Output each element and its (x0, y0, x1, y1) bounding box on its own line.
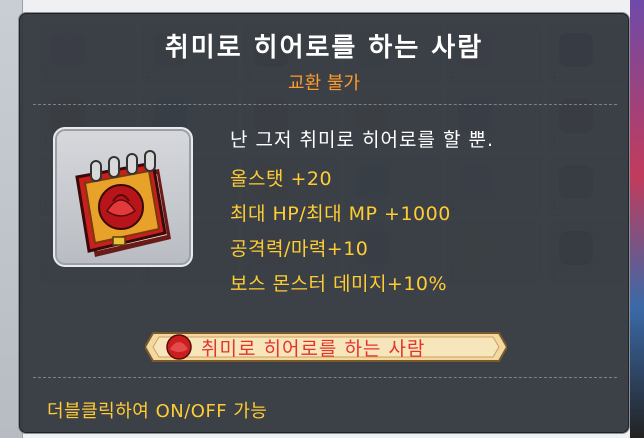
stat-line: 보스 몬스터 데미지+10% (230, 273, 448, 295)
medal-label: 취미로 히어로를 하는 사람 (201, 338, 426, 360)
item-icon-frame (53, 127, 193, 267)
hero-notebook-icon (75, 150, 171, 257)
stat-line: 올스탯 +20 (230, 168, 333, 190)
item-tooltip: 취미로 히어로를 하는 사람 교환 불가 난 그저 취미로 히어로를 할 뿐. … (18, 12, 630, 434)
inventory-scrollbar[interactable] (630, 0, 644, 438)
medal-banner: 취미로 히어로를 하는 사람 (145, 329, 507, 365)
stat-line: 최대 HP/최대 MP +1000 (230, 203, 451, 225)
item-title: 취미로 히어로를 하는 사람 (164, 33, 484, 63)
trade-status: 교환 불가 (288, 73, 360, 94)
divider (33, 104, 617, 105)
stat-line: 공격력/마력+10 (230, 238, 369, 260)
item-description: 난 그저 취미로 히어로를 할 뿐. (230, 129, 494, 151)
divider (33, 377, 617, 378)
toggle-hint: 더블클릭하여 ON/OFF 가능 (47, 401, 268, 422)
